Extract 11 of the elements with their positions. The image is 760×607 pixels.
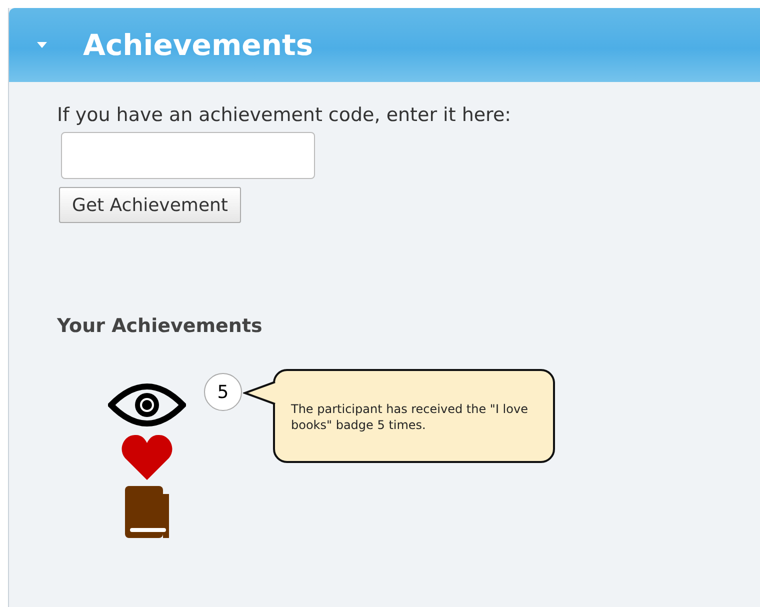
code-input-field[interactable] [61, 132, 315, 179]
section-heading: Your Achievements [57, 315, 262, 337]
eye-icon [108, 382, 186, 428]
code-prompt: If you have an achievement code, enter it here: [57, 104, 512, 126]
tooltip-text: The participant has received the "I love books" badge 5 times. [291, 401, 529, 433]
panel-title: Achievements [83, 28, 314, 62]
book-icon [125, 486, 169, 538]
heart-icon [121, 434, 173, 480]
get-achievement-button[interactable]: Get Achievement [59, 187, 241, 223]
caret-icon[interactable] [37, 42, 47, 48]
count-bubble: 5 [204, 373, 242, 411]
